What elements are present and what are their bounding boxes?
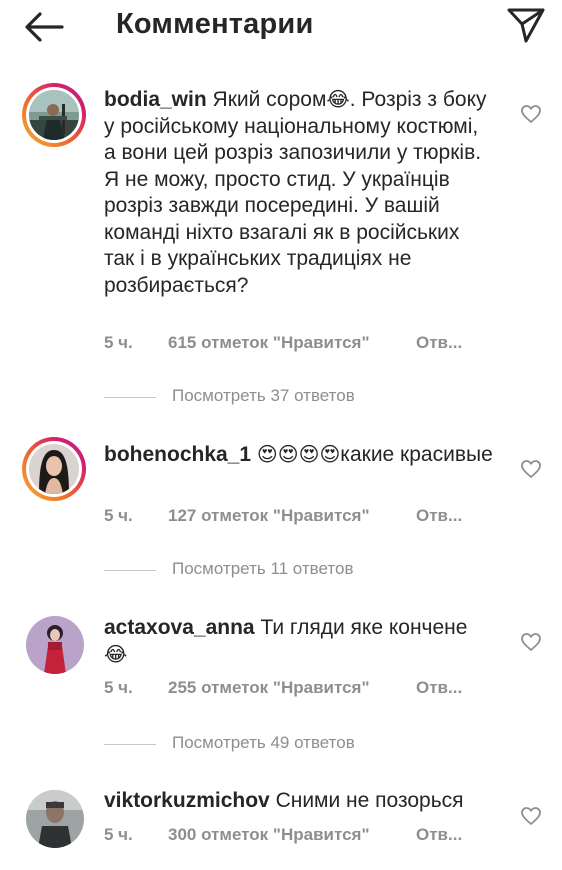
- arrow-left-icon[interactable]: [22, 10, 66, 44]
- divider-line: [104, 397, 156, 398]
- reply-button[interactable]: Отв...: [416, 678, 462, 698]
- avatar[interactable]: [26, 790, 84, 848]
- comment-username[interactable]: viktorkuzmichov: [104, 789, 270, 812]
- avatar-photo: [26, 616, 84, 674]
- view-replies-button[interactable]: Посмотреть 49 ответов: [104, 733, 434, 755]
- divider-line: [104, 744, 156, 745]
- comment-time: 5 ч.: [104, 825, 133, 844]
- comment-time: 5 ч.: [104, 333, 133, 352]
- avatar-photo: [29, 444, 79, 494]
- view-replies-label: Посмотреть 37 ответов: [172, 386, 355, 405]
- comment-body: Сними не позорься: [275, 789, 464, 812]
- view-replies-label: Посмотреть 49 ответов: [172, 733, 355, 752]
- paper-plane-icon[interactable]: [506, 6, 546, 44]
- likes-count[interactable]: 127 отметок "Нравится": [168, 506, 370, 526]
- view-replies-button[interactable]: Посмотреть 37 ответов: [104, 386, 434, 408]
- comment-username[interactable]: bodia_win: [104, 88, 207, 111]
- comment-text: bohenochka_1 😍😍😍😍какие красивые: [104, 442, 494, 469]
- comment-time: 5 ч.: [104, 678, 133, 697]
- view-replies-label: Посмотреть 11 ответов: [172, 559, 354, 578]
- heart-outline-icon[interactable]: [520, 806, 542, 826]
- reply-button[interactable]: Отв...: [416, 506, 462, 526]
- comment-text: actaxova_anna Ти гляди яке кончене 😂: [104, 615, 494, 668]
- heart-outline-icon[interactable]: [520, 104, 542, 124]
- reply-button[interactable]: Отв...: [416, 825, 462, 845]
- heart-outline-icon[interactable]: [520, 459, 542, 479]
- header-bar: Комментарии: [0, 0, 562, 52]
- likes-count[interactable]: 255 отметок "Нравится": [168, 678, 370, 698]
- laughing-emoji: 😂: [104, 643, 128, 666]
- avatar-photo: [26, 790, 84, 848]
- avatar[interactable]: [22, 437, 86, 501]
- likes-count[interactable]: 615 отметок "Нравится": [168, 333, 370, 353]
- comment-body-continued: . Розріз з боку у російському національн…: [104, 88, 487, 297]
- comment-username[interactable]: bohenochka_1: [104, 443, 251, 466]
- heart-outline-icon[interactable]: [520, 632, 542, 652]
- comment-text: viktorkuzmichov Сними не позорься: [104, 788, 494, 815]
- view-replies-button[interactable]: Посмотреть 11 ответов: [104, 559, 434, 581]
- avatar-photo: [29, 90, 79, 140]
- avatar[interactable]: [22, 83, 86, 147]
- comment-body: какие красивые: [340, 443, 493, 466]
- reply-button[interactable]: Отв...: [416, 333, 462, 353]
- comment-body: Ти гляди яке кончене: [260, 616, 468, 639]
- comment-body: Який сором: [212, 88, 327, 111]
- comment-text: bodia_win Який сором😂. Розріз з боку у р…: [104, 87, 494, 299]
- divider-line: [104, 570, 156, 571]
- heart-eyes-emoji: 😍😍😍😍: [256, 444, 341, 466]
- page-title: Комментарии: [116, 8, 314, 40]
- likes-count[interactable]: 300 отметок "Нравится": [168, 825, 370, 845]
- laughing-emoji: 😂: [326, 89, 350, 111]
- comment-time: 5 ч.: [104, 506, 133, 525]
- avatar[interactable]: [26, 616, 84, 674]
- comment-username[interactable]: actaxova_anna: [104, 616, 255, 639]
